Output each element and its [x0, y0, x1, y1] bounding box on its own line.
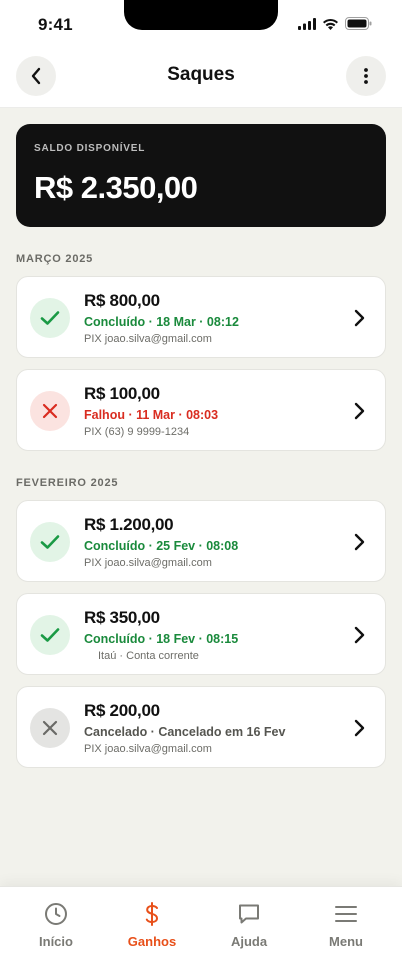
- tab-ajuda[interactable]: Ajuda: [201, 901, 297, 961]
- withdrawal-destination: PIX joao.silva@gmail.com: [84, 557, 212, 569]
- battery-icon: [345, 17, 372, 30]
- tab-ganhos[interactable]: Ganhos: [104, 901, 200, 961]
- x-icon: [42, 403, 58, 419]
- balance-card: SALDO DISPONÍVEL R$ 2.350,00: [16, 124, 386, 227]
- withdrawal-amount: R$ 350,00: [84, 608, 160, 627]
- status-icons: [298, 17, 372, 30]
- withdrawal-item[interactable]: R$ 100,00 Falhou · 11 Mar · 08:03 PIX (6…: [16, 369, 386, 451]
- withdrawal-status: Concluído · 18 Mar · 08:12: [84, 315, 239, 329]
- check-icon: [40, 628, 60, 642]
- chat-icon: [239, 904, 259, 924]
- balance-label: SALDO DISPONÍVEL: [34, 143, 146, 154]
- section-label-march: MARÇO 2025: [16, 253, 94, 265]
- chevron-right-icon: [354, 533, 365, 551]
- tab-menu[interactable]: Menu: [298, 901, 394, 961]
- withdrawal-amount: R$ 1.200,00: [84, 515, 174, 534]
- withdrawal-amount: R$ 200,00: [84, 701, 160, 720]
- withdrawal-status: Falhou · 11 Mar · 08:03: [84, 408, 219, 422]
- success-status-icon: [30, 615, 70, 655]
- wifi-icon: [323, 18, 338, 30]
- bottom-tab-bar: Início Ganhos Ajuda Menu: [0, 886, 402, 980]
- header: Saques: [0, 50, 402, 108]
- menu-icon: [335, 906, 357, 922]
- status-bar: 9:41: [0, 0, 402, 50]
- section-label-february: FEVEREIRO 2025: [16, 477, 119, 489]
- device-notch: [124, 0, 278, 30]
- tab-label: Ganhos: [127, 934, 177, 949]
- success-status-icon: [30, 522, 70, 562]
- withdrawal-item[interactable]: R$ 1.200,00 Concluído · 25 Fev · 08:08 P…: [16, 500, 386, 582]
- check-icon: [40, 535, 60, 549]
- withdrawal-item[interactable]: R$ 800,00 Concluído · 18 Mar · 08:12 PIX…: [16, 276, 386, 358]
- tab-label: Início: [39, 934, 73, 949]
- tab-label: Ajuda: [230, 934, 268, 949]
- failed-status-icon: [30, 391, 70, 431]
- chevron-right-icon: [354, 309, 365, 327]
- withdrawal-destination: PIX joao.silva@gmail.com: [84, 743, 212, 755]
- withdrawal-amount: R$ 100,00: [84, 384, 160, 403]
- tab-label: Menu: [329, 934, 363, 949]
- withdrawal-status: Cancelado · Cancelado em 16 Fev: [84, 725, 286, 739]
- page-title: Saques: [167, 64, 235, 85]
- withdrawal-item[interactable]: R$ 350,00 Concluído · 18 Fev · 08:15 Ita…: [16, 593, 386, 675]
- chevron-right-icon: [354, 402, 365, 420]
- more-options-button[interactable]: [346, 56, 386, 96]
- withdrawal-destination: Itaú · Conta corrente: [98, 650, 199, 662]
- more-vertical-icon: [364, 68, 368, 84]
- withdrawal-status: Concluído · 25 Fev · 08:08: [84, 539, 239, 553]
- withdrawal-item[interactable]: R$ 200,00 Cancelado · Cancelado em 16 Fe…: [16, 686, 386, 768]
- withdrawal-destination: PIX joao.silva@gmail.com: [84, 333, 212, 345]
- chevron-right-icon: [354, 626, 365, 644]
- clock-icon: [45, 903, 67, 925]
- success-status-icon: [30, 298, 70, 338]
- status-time: 9:41: [38, 15, 73, 34]
- withdrawal-status: Concluído · 18 Fev · 08:15: [84, 632, 239, 646]
- dollar-icon: [145, 902, 159, 926]
- withdrawal-destination: PIX (63) 9 9999-1234: [84, 426, 190, 438]
- cancelled-status-icon: [30, 708, 70, 748]
- balance-value: R$ 2.350,00: [34, 170, 198, 205]
- signal-icon: [298, 17, 316, 30]
- x-icon: [42, 720, 58, 736]
- withdrawal-amount: R$ 800,00: [84, 291, 160, 310]
- chevron-right-icon: [354, 719, 365, 737]
- tab-inicio[interactable]: Início: [8, 901, 104, 961]
- check-icon: [40, 311, 60, 325]
